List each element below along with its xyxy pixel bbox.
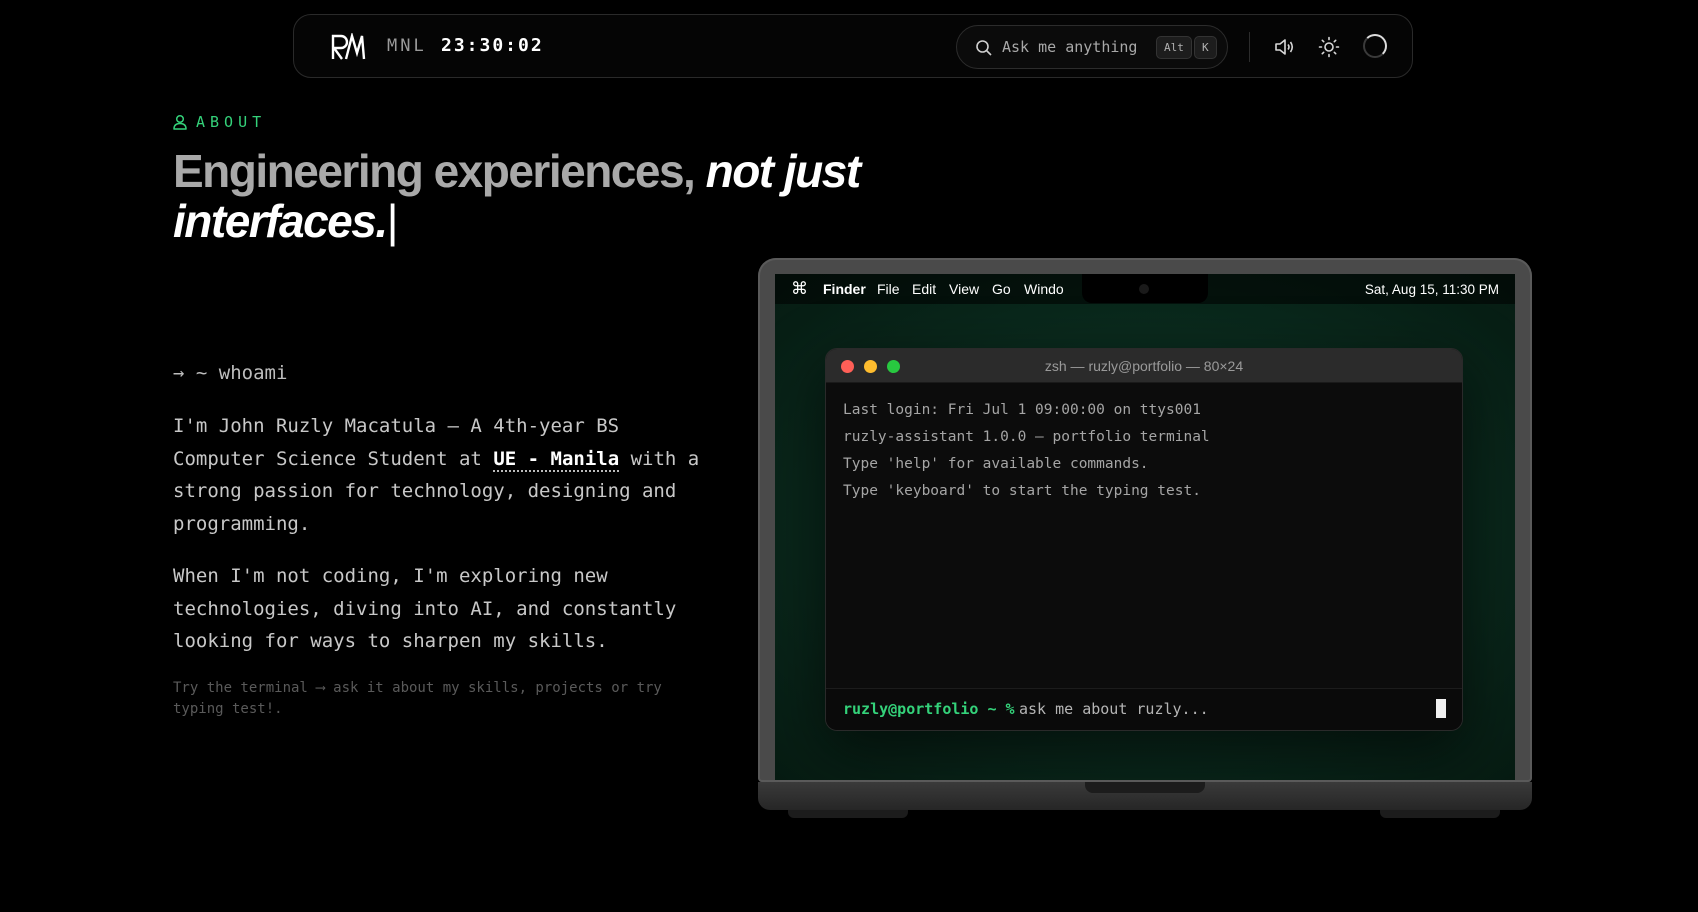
terminal-cursor (1436, 699, 1446, 718)
typing-caret: | (386, 195, 399, 247)
terminal-title: zsh — ruzly@portfolio — 80×24 (1044, 358, 1244, 374)
terminal-window[interactable]: zsh — ruzly@portfolio — 80×24 Last login… (825, 348, 1463, 731)
terminal-input[interactable]: ask me about ruzly... (1019, 700, 1209, 718)
sound-icon[interactable] (1272, 35, 1296, 59)
search-placeholder: Ask me anything (1002, 38, 1138, 56)
laptop-base-notch (1085, 782, 1205, 793)
page-title: Engineering experiences, not just interf… (173, 146, 893, 246)
menu-edit[interactable]: Edit (912, 281, 936, 297)
logo-icon[interactable] (330, 33, 366, 61)
university-link[interactable]: UE - Manila (493, 447, 620, 472)
sun-icon[interactable] (1317, 35, 1341, 59)
search-button[interactable]: Ask me anything Alt K (956, 25, 1228, 69)
terminal-line: Last login: Fri Jul 1 09:00:00 on ttys00… (843, 402, 1201, 418)
terminal-hint: Try the terminal ⟶ ask it about my skill… (173, 680, 662, 717)
clock-location: MNL (387, 36, 427, 56)
section-tag-label: ABOUT (196, 113, 267, 131)
terminal-line: ruzly-assistant 1.0.0 — portfolio termin… (843, 429, 1210, 445)
menu-window[interactable]: Windo (1024, 281, 1064, 297)
interests-paragraph: When I'm not coding, I'm exploring new t… (173, 565, 677, 652)
top-navbar: MNL 23:30:02 Ask me anything Alt K (293, 14, 1413, 78)
user-icon (173, 114, 187, 130)
shortcut-key-alt: Alt (1156, 36, 1192, 59)
menubar-datetime: Sat, Aug 15, 11:30 PM (1364, 282, 1499, 297)
laptop-screen: ⌘ Finder File Edit View Go Windo Sat, Au… (775, 274, 1515, 780)
terminal-prompt: ruzly@portfolio ~ % (843, 700, 1015, 718)
terminal-line: Type 'keyboard' to start the typing test… (843, 483, 1201, 499)
camera-icon (1139, 284, 1149, 294)
laptop-foot (1380, 810, 1500, 818)
clock-time: 23:30:02 (441, 35, 544, 56)
terminal-output: Last login: Fri Jul 1 09:00:00 on ttys00… (843, 397, 1443, 505)
menu-file[interactable]: File (877, 281, 900, 297)
terminal-line: Type 'help' for available commands. (843, 456, 1149, 472)
command-icon[interactable]: ⌘ (791, 279, 808, 299)
menu-view[interactable]: View (949, 281, 979, 297)
terminal-titlebar: zsh — ruzly@portfolio — 80×24 (826, 349, 1462, 383)
page: MNL 23:30:02 Ask me anything Alt K ABOUT… (0, 0, 1698, 912)
terminal-input-bar[interactable]: ruzly@portfolio ~ % ask me about ruzly..… (826, 688, 1462, 730)
menu-finder[interactable]: Finder (823, 281, 866, 297)
search-icon (976, 40, 992, 56)
loading-spinner-icon (1363, 34, 1387, 58)
laptop-base (758, 782, 1532, 810)
headline-plain: Engineering experiences, (173, 145, 696, 197)
bio-paragraph: I'm John Ruzly Macatula — A 4th-year BS … (173, 410, 713, 540)
shortcut-key-k: K (1194, 36, 1217, 59)
screen-notch (1082, 274, 1208, 303)
whoami-command: → ~ whoami (173, 362, 288, 384)
navbar-divider (1249, 32, 1250, 62)
section-tag: ABOUT (173, 112, 266, 132)
menu-go[interactable]: Go (992, 281, 1011, 297)
laptop-foot (788, 810, 908, 818)
